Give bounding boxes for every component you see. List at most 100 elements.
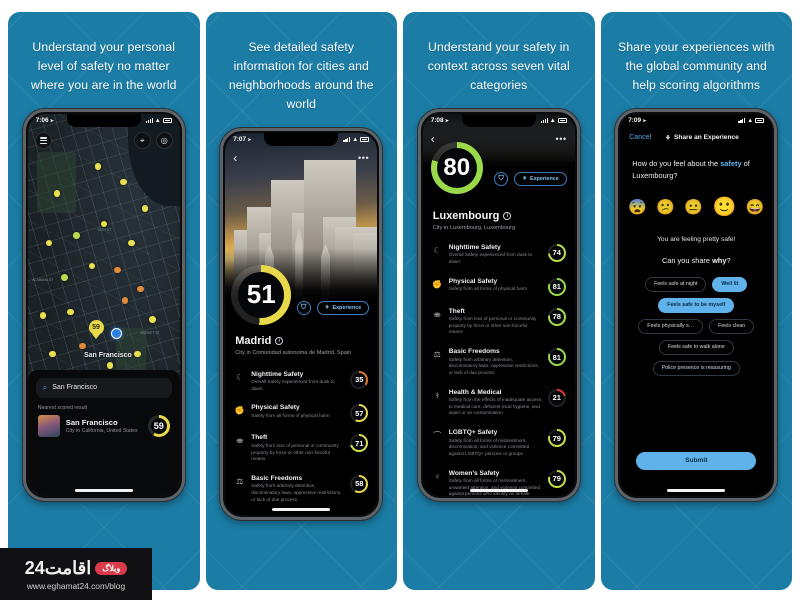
why-emphasis: why <box>712 255 727 265</box>
map-score-dot[interactable] <box>73 232 80 239</box>
share-experience-button[interactable]: ⚘ Experience <box>316 300 370 315</box>
reason-chip[interactable]: Police presence is reassuring <box>652 360 740 376</box>
category-score-ring: 71 <box>350 434 369 453</box>
category-text: Women's Safety Safety from all forms of m… <box>449 470 542 496</box>
why-prompt: Can you share why? <box>661 255 731 265</box>
category-title: Basic Freedoms <box>448 348 500 356</box>
save-city-button[interactable]: ⛉ <box>494 171 509 186</box>
reason-chip[interactable]: Feels safe at night <box>645 276 707 292</box>
reason-chip[interactable]: Feels clean <box>709 318 755 334</box>
category-description: Safety from all forms of physical harm <box>251 412 330 418</box>
phone-screen[interactable]: ‹ ••• 80 ⛉ ⚘ Experience Luxembourg i City in Lux… <box>422 113 575 496</box>
people-icon: ⚘ <box>324 304 330 311</box>
wallet-icon: ⛂ <box>236 436 244 446</box>
status-bar: 7:09 ➤ ▲ <box>620 114 772 128</box>
map-score-dot[interactable] <box>61 274 68 281</box>
phone-screen[interactable]: Cancel ⚘ Share an Experience How do you fee… <box>620 113 773 496</box>
menu-button[interactable] <box>34 132 52 150</box>
map-score-dot[interactable] <box>100 220 108 228</box>
watermark-brand: اقامت24 <box>24 557 92 578</box>
map-score-dot[interactable] <box>106 362 114 369</box>
category-row[interactable]: ⚖ Basic Freedoms Safety from arbitrary det… <box>234 469 369 510</box>
reason-chip[interactable]: Feels safe to be myself <box>658 297 735 313</box>
home-indicator <box>469 488 528 492</box>
map-score-dot[interactable] <box>121 297 129 304</box>
category-description: Safety from all forms of physical harm <box>448 286 528 292</box>
results-caption: Nearest scored result <box>37 404 88 411</box>
map-score-dot[interactable] <box>67 308 74 316</box>
result-text: San Francisco City in California, United … <box>66 418 142 434</box>
back-button[interactable]: ‹ <box>233 152 237 164</box>
map-score-dot[interactable] <box>120 178 127 186</box>
city-subtitle: City in Comunidad autonoma de Madrid, Sp… <box>235 349 352 356</box>
more-options-button[interactable]: ••• <box>358 153 369 163</box>
signal-icon <box>738 118 746 124</box>
save-city-button[interactable]: ⛉ <box>296 300 311 315</box>
reason-chip[interactable]: Feels safe to walk alone <box>658 339 734 355</box>
signal-icon <box>343 137 351 143</box>
category-row[interactable]: ☾ Nighttime Safety Overall Safety experien… <box>432 238 566 272</box>
category-row[interactable]: ✊ Physical Safety Safety from all forms of… <box>432 272 566 302</box>
cancel-button[interactable]: Cancel <box>629 134 651 141</box>
reason-chip[interactable]: Well lit <box>712 276 748 292</box>
category-row[interactable]: ✊ Physical Safety Safety from all forms of… <box>234 398 369 428</box>
map-score-dot[interactable] <box>88 262 96 270</box>
hero-actions: ⛉ ⚘ Experience <box>296 300 370 315</box>
list-item[interactable]: San Francisco City in California, United … <box>36 414 172 437</box>
location-arrow-icon: ➤ <box>247 136 252 142</box>
map-score-dot[interactable] <box>137 285 144 293</box>
map-score-dot[interactable] <box>45 239 53 247</box>
phone-screen[interactable]: ‹ ••• 51 ⛉ ⚘ Experience Madrid i City in Comunid… <box>225 132 378 515</box>
category-row[interactable]: ⛂ Theft Safety from loss of personal or co… <box>234 428 369 469</box>
phone-frame: ALABAMA ST3RD ST16TH STMISSION STMARKET … <box>22 108 185 501</box>
map-selected-pin[interactable]: 59 <box>88 319 104 335</box>
fist-icon: ✊ <box>432 279 443 289</box>
share-title: ⚘ Share an Experience <box>665 134 739 142</box>
category-row[interactable]: ⌒ LGBTQ+ Safety Safety from all forms of m… <box>432 423 566 464</box>
emoji-option-4[interactable]: 😄 <box>746 200 765 215</box>
emoji-option-1[interactable]: 😕 <box>656 200 675 215</box>
search-input[interactable]: ⌕ San Francisco <box>35 377 172 398</box>
emoji-option-3[interactable]: 🙂 <box>712 198 736 217</box>
signal-icon <box>540 118 548 124</box>
locate-button[interactable]: ◎ <box>155 132 173 150</box>
map-score-dot[interactable] <box>114 266 121 274</box>
map-score-dot[interactable] <box>53 190 61 197</box>
more-options-button[interactable]: ••• <box>555 134 566 144</box>
category-description: Safety from loss of personal or communit… <box>251 442 339 462</box>
emoji-option-0[interactable]: 😨 <box>628 200 647 215</box>
share-question-link[interactable]: safety <box>720 159 741 168</box>
category-text: Health & Medical Safety from the effects … <box>449 389 542 418</box>
category-score-ring: 58 <box>350 474 369 493</box>
scales-icon: ⚖ <box>236 476 244 486</box>
reason-chip[interactable]: Feels physically s… <box>638 318 704 334</box>
map-score-dot[interactable] <box>49 350 56 358</box>
location-arrow-icon: ➤ <box>642 117 647 123</box>
info-icon[interactable]: i <box>275 336 284 345</box>
map-score-dot[interactable] <box>94 163 102 170</box>
info-icon[interactable]: i <box>503 211 512 220</box>
phone-screen[interactable]: ALABAMA ST3RD ST16TH STMISSION STMARKET … <box>27 113 180 496</box>
map-score-dot[interactable] <box>141 205 149 212</box>
score-value: 21 <box>552 393 561 403</box>
map-score-dot[interactable] <box>134 350 141 358</box>
submit-button[interactable]: Submit <box>636 451 757 470</box>
category-row[interactable]: ⚖ Basic Freedoms Safety from arbitrary det… <box>432 342 566 383</box>
pin-button[interactable]: ⌖ <box>133 132 151 150</box>
category-row[interactable]: ☾ Nighttime Safety Overall Safety experien… <box>234 365 369 399</box>
map-score-dot[interactable] <box>149 316 156 323</box>
category-description: Safety from the effects of inadequate ac… <box>448 397 542 416</box>
medical-icon: ⚕ <box>435 390 440 400</box>
category-row[interactable]: ⛂ Theft Safety from loss of personal or co… <box>432 302 566 343</box>
category-title: Theft <box>448 307 465 315</box>
map-score-dot[interactable] <box>79 342 86 350</box>
map-park <box>36 151 77 214</box>
map-score-dot[interactable] <box>128 239 135 247</box>
emoji-option-2[interactable]: 😐 <box>684 200 703 215</box>
status-time: 7:07 <box>233 136 247 144</box>
share-experience-button[interactable]: ⚘ Experience <box>514 171 567 186</box>
category-row[interactable]: ⚕ Health & Medical Safety from the effects… <box>432 383 566 424</box>
category-title: Nighttime Safety <box>251 370 304 378</box>
map-score-dot[interactable] <box>39 312 47 319</box>
result-subtitle: City in California, United States <box>65 427 138 434</box>
